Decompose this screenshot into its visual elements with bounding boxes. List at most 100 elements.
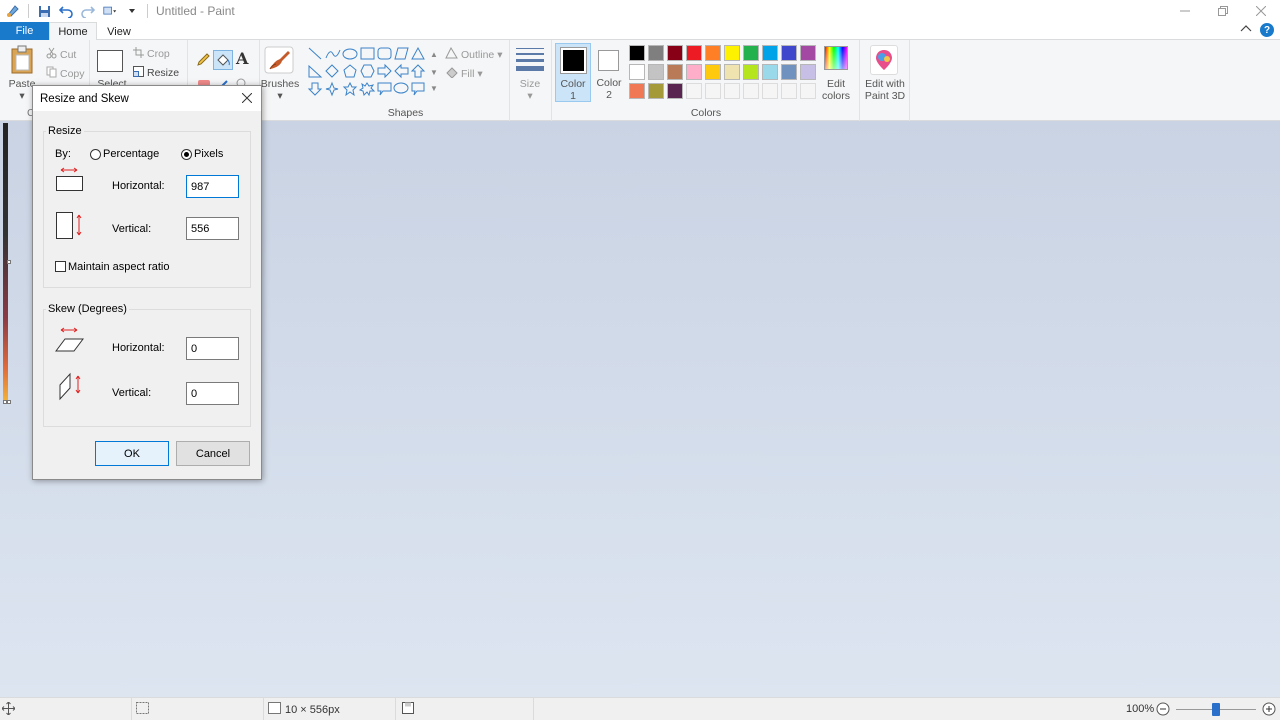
zoom-slider[interactable] xyxy=(1176,703,1256,716)
collapse-ribbon-icon[interactable] xyxy=(1240,24,1252,37)
fill-bucket-icon[interactable] xyxy=(213,50,233,70)
dialog-close-button[interactable] xyxy=(239,90,255,106)
resize-button[interactable]: Resize xyxy=(133,66,179,80)
paste-dropdown-icon[interactable]: ▾ xyxy=(18,90,26,102)
scroll-down-icon[interactable]: ▼ xyxy=(430,68,438,77)
fill-label: Fill xyxy=(461,67,475,80)
color-swatch[interactable] xyxy=(648,83,664,99)
color-swatch[interactable] xyxy=(743,64,759,80)
paste-icon[interactable] xyxy=(10,45,36,78)
tab-file[interactable]: File xyxy=(0,22,49,40)
minimize-button[interactable] xyxy=(1166,0,1204,22)
size-lines-icon[interactable] xyxy=(516,48,544,71)
resize-handle-corner[interactable] xyxy=(7,400,11,404)
outline-button[interactable]: Outline ▾ xyxy=(445,46,503,62)
resize-horizontal-input[interactable] xyxy=(186,175,239,198)
image-size-icon xyxy=(268,702,281,717)
color-swatch[interactable] xyxy=(781,45,797,61)
paint3d-label-2[interactable]: Paint 3D xyxy=(860,90,910,102)
color2-number: 2 xyxy=(606,89,612,101)
skew-horizontal-input[interactable] xyxy=(186,337,239,360)
color-swatch[interactable] xyxy=(800,83,816,99)
save-icon[interactable] xyxy=(37,4,51,18)
color-swatch[interactable] xyxy=(648,45,664,61)
color-swatch[interactable] xyxy=(686,64,702,80)
color-swatch[interactable] xyxy=(743,45,759,61)
skew-vertical-input[interactable] xyxy=(186,382,239,405)
by-label: By: xyxy=(55,148,71,160)
select-icon[interactable] xyxy=(97,50,123,72)
color-swatch[interactable] xyxy=(762,64,778,80)
paint3d-label[interactable]: Edit with xyxy=(860,78,910,90)
color-swatch[interactable] xyxy=(705,83,721,99)
color-swatch[interactable] xyxy=(762,83,778,99)
color-swatch[interactable] xyxy=(762,45,778,61)
color-swatch[interactable] xyxy=(667,64,683,80)
fill-button[interactable]: Fill ▾ xyxy=(445,66,483,81)
crop-button[interactable]: Crop xyxy=(133,47,170,61)
color-swatch[interactable] xyxy=(686,83,702,99)
maintain-aspect-label[interactable]: Maintain aspect ratio xyxy=(68,261,170,273)
brushes-button[interactable]: Brushes xyxy=(260,78,300,90)
resize-handle-right[interactable] xyxy=(7,260,11,264)
pixels-radio[interactable] xyxy=(181,149,192,160)
edit-colors-icon[interactable] xyxy=(824,46,848,70)
maintain-aspect-checkbox[interactable] xyxy=(55,261,66,272)
zoom-out-button[interactable] xyxy=(1156,702,1170,719)
color-swatch[interactable] xyxy=(781,83,797,99)
color1-button[interactable]: Color 1 xyxy=(555,43,591,102)
edit-colors-label-2[interactable]: colors xyxy=(816,90,856,102)
color-swatch[interactable] xyxy=(629,64,645,80)
redo-icon[interactable] xyxy=(81,4,95,18)
edit-colors-label[interactable]: Edit xyxy=(816,78,856,90)
ok-button[interactable]: OK xyxy=(95,441,169,466)
color-swatch[interactable] xyxy=(781,64,797,80)
color-swatch[interactable] xyxy=(667,83,683,99)
tab-home[interactable]: Home xyxy=(49,22,97,41)
color-swatch[interactable] xyxy=(648,64,664,80)
color-swatch[interactable] xyxy=(743,83,759,99)
color-swatch[interactable] xyxy=(800,64,816,80)
expand-gallery-icon[interactable]: ▼ xyxy=(430,84,438,93)
resize-vertical-icon xyxy=(55,211,85,244)
color2-button[interactable]: Color 2 xyxy=(592,43,626,102)
zoom-in-button[interactable] xyxy=(1262,702,1276,719)
color-swatch[interactable] xyxy=(705,45,721,61)
percentage-radio[interactable] xyxy=(90,149,101,160)
cancel-button[interactable]: Cancel xyxy=(176,441,250,466)
color-swatch[interactable] xyxy=(800,45,816,61)
undo-icon[interactable] xyxy=(59,4,73,18)
percentage-label[interactable]: Percentage xyxy=(103,148,159,160)
customize-toolbar-icon[interactable] xyxy=(103,4,117,18)
color-swatch[interactable] xyxy=(629,45,645,61)
color-swatch[interactable] xyxy=(667,45,683,61)
cut-button[interactable]: Cut xyxy=(46,47,76,62)
brushes-icon[interactable] xyxy=(262,45,298,75)
pixels-label[interactable]: Pixels xyxy=(194,148,223,160)
crop-icon xyxy=(133,47,144,61)
tab-view[interactable]: View xyxy=(97,22,141,41)
brushes-dropdown-icon[interactable]: ▾ xyxy=(276,90,284,102)
paint-app-icon[interactable] xyxy=(6,4,20,18)
shapes-gallery[interactable] xyxy=(307,46,433,98)
color-swatch[interactable] xyxy=(705,64,721,80)
color-swatch[interactable] xyxy=(724,64,740,80)
resize-vertical-input[interactable] xyxy=(186,217,239,240)
restore-button[interactable] xyxy=(1204,0,1242,22)
scroll-up-icon[interactable]: ▲ xyxy=(430,50,438,59)
color-swatch[interactable] xyxy=(724,45,740,61)
color-swatch[interactable] xyxy=(686,45,702,61)
pencil-icon[interactable] xyxy=(196,52,211,70)
close-button[interactable] xyxy=(1242,0,1280,22)
size-button[interactable]: Size xyxy=(510,78,550,90)
paint3d-icon[interactable] xyxy=(870,45,898,75)
zoom-slider-thumb[interactable] xyxy=(1212,703,1220,716)
fill-shape-icon xyxy=(445,66,458,81)
copy-button[interactable]: Copy xyxy=(46,66,85,81)
color-swatch[interactable] xyxy=(724,83,740,99)
help-icon[interactable]: ? xyxy=(1260,23,1274,37)
skew-vertical-label: Vertical: xyxy=(112,387,152,399)
chevron-down-icon[interactable] xyxy=(125,4,139,18)
color-swatch[interactable] xyxy=(629,83,645,99)
text-tool-icon[interactable]: A xyxy=(236,49,248,68)
